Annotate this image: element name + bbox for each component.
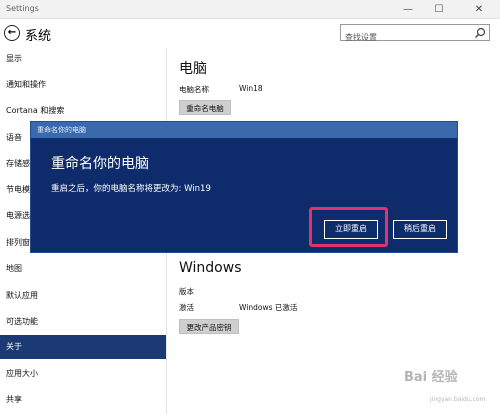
sidebar-item-share[interactable]: 共享: [0, 389, 166, 410]
back-button[interactable]: ←: [4, 25, 20, 41]
rename-pc-button[interactable]: 重命名电脑: [179, 100, 231, 115]
restart-later-button[interactable]: 稍后重启: [393, 220, 447, 239]
search-input[interactable]: [345, 30, 470, 45]
dialog-titlebar: 重命名你的电脑: [31, 122, 457, 138]
windows-section-title: Windows: [179, 260, 242, 276]
dialog-message: 重启之后，你的电脑名称将更改为: Win19: [51, 184, 211, 194]
edition-label: 版本: [179, 287, 194, 296]
activation-status: Windows 已激活: [239, 303, 298, 312]
baidu-watermark: Bai 经验: [404, 370, 458, 385]
dialog-heading: 重命名你的电脑: [51, 156, 149, 172]
close-button[interactable]: ✕: [466, 0, 492, 19]
page-title: 系统: [25, 29, 52, 44]
activation-label: 激活: [179, 303, 194, 312]
rename-pc-dialog: 重命名你的电脑 重命名你的电脑 重启之后，你的电脑名称将更改为: Win19 立…: [30, 121, 458, 253]
sidebar-item-maps[interactable]: 地图: [0, 258, 166, 279]
sidebar-item-default-apps[interactable]: 默认应用: [0, 285, 166, 306]
baidu-watermark-url: jingyan.baidu.com: [430, 396, 486, 403]
sidebar-item-notifications[interactable]: 通知和操作: [0, 74, 166, 95]
restart-now-highlight: [309, 207, 388, 247]
back-arrow-icon: ←: [7, 27, 17, 38]
maximize-button[interactable]: ☐: [426, 0, 452, 19]
sidebar-item-app-sizes[interactable]: 应用大小: [0, 363, 166, 384]
sidebar-item-about[interactable]: 关于: [0, 335, 166, 359]
change-product-key-button[interactable]: 更改产品密钥: [179, 319, 239, 334]
sidebar-item-display[interactable]: 显示: [0, 48, 166, 69]
window-titlebar: Settings — ☐ ✕: [0, 0, 500, 19]
pc-section-title: 电脑: [179, 61, 207, 77]
sidebar-item-cortana[interactable]: Cortana 和搜索: [0, 100, 166, 121]
window-title: Settings: [6, 4, 39, 13]
search-box[interactable]: [340, 24, 490, 45]
settings-header: ← 系统: [0, 19, 500, 48]
pc-name-label: 电脑名称: [179, 85, 209, 94]
pc-name-value: Win18: [239, 84, 263, 93]
sidebar-item-optional-features[interactable]: 可选功能: [0, 311, 166, 332]
minimize-button[interactable]: —: [395, 0, 421, 19]
search-icon[interactable]: [474, 27, 486, 39]
